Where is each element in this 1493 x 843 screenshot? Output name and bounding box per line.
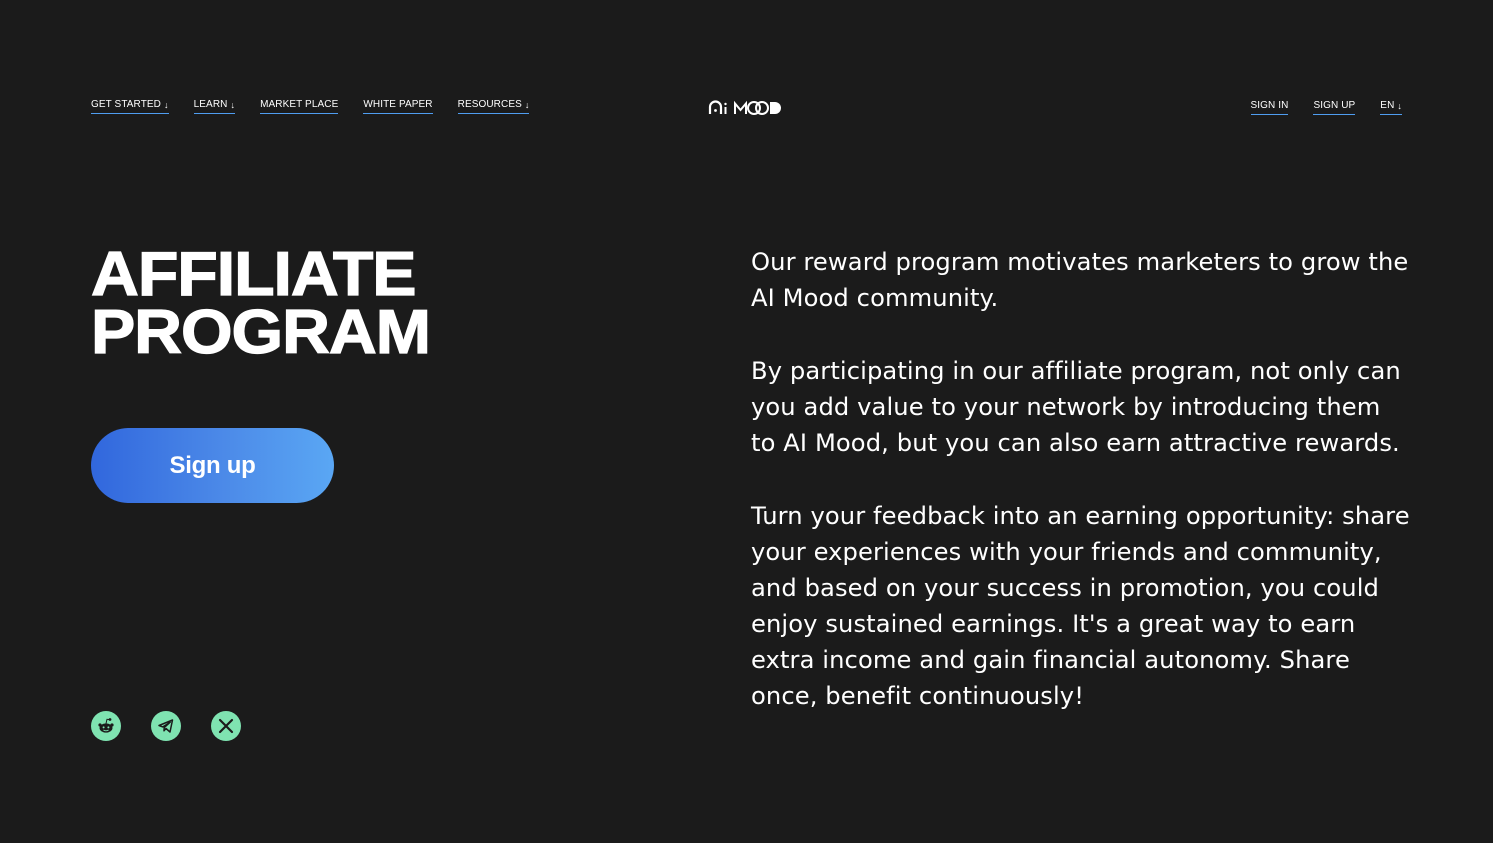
main-nav: GET STARTED ↓ LEARN ↓ MARKET PLACE WHITE… [91, 99, 530, 114]
nav-get-started[interactable]: GET STARTED ↓ [91, 99, 169, 114]
social-links [91, 711, 241, 741]
description-paragraph-3: Turn your feedback into an earning oppor… [751, 502, 1410, 710]
x-icon[interactable] [211, 711, 241, 741]
nav-label: RESOURCES [457, 99, 522, 110]
nav-label: GET STARTED [91, 99, 162, 110]
nav-label: SIGN IN [1250, 100, 1289, 111]
sign-up-button[interactable]: Sign up [91, 428, 334, 503]
page-title-line-2: PROGRAM [90, 298, 431, 367]
page: GET STARTED ↓ LEARN ↓ MARKET PLACE WHITE… [0, 0, 1493, 843]
arrow-down-icon: ↓ [164, 100, 169, 110]
nav-label: LEARN [193, 99, 228, 110]
nav-label: MARKET PLACE [260, 99, 339, 110]
nav-white-paper[interactable]: WHITE PAPER [363, 99, 433, 114]
telegram-icon[interactable] [151, 711, 181, 741]
reddit-icon[interactable] [91, 711, 121, 741]
language-selector[interactable]: EN ↓ [1380, 100, 1402, 115]
page-title-line-1: AFFILIATE [90, 240, 417, 309]
arrow-down-icon: ↓ [230, 100, 236, 110]
program-description: Our reward program motivates marketers t… [751, 244, 1411, 751]
ai-mood-logo[interactable] [708, 98, 784, 118]
nav-resources[interactable]: RESOURCES ↓ [457, 99, 530, 114]
description-paragraph-2: By participating in our affiliate progra… [751, 357, 1401, 457]
arrow-down-icon: ↓ [524, 100, 530, 110]
nav-label: WHITE PAPER [363, 99, 433, 110]
description-paragraph-1: Our reward program motivates marketers t… [751, 248, 1409, 312]
sign-up-link[interactable]: SIGN UP [1313, 100, 1356, 115]
nav-market-place[interactable]: MARKET PLACE [260, 99, 339, 114]
language-label: EN [1380, 100, 1395, 111]
page-title: AFFILIATE PROGRAM [90, 243, 431, 364]
account-nav: SIGN IN SIGN UP EN ↓ [1250, 100, 1402, 115]
nav-learn[interactable]: LEARN ↓ [193, 99, 236, 114]
nav-label: SIGN UP [1313, 100, 1356, 111]
arrow-down-icon: ↓ [1397, 101, 1402, 111]
sign-in-link[interactable]: SIGN IN [1250, 100, 1289, 115]
ai-mood-logo-icon [708, 100, 781, 115]
